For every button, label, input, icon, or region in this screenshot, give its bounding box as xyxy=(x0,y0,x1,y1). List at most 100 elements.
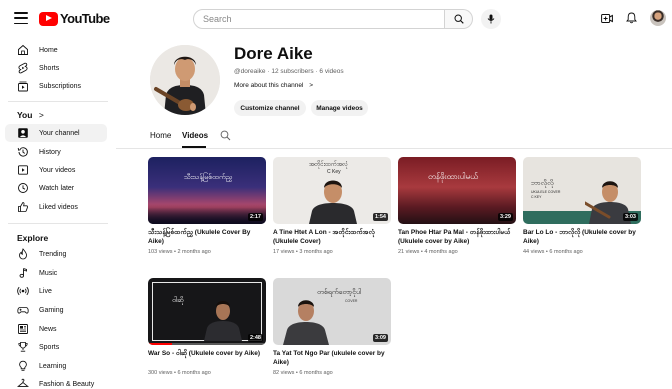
sidebar-divider xyxy=(8,101,108,102)
video-duration: 3:29 xyxy=(497,213,513,221)
live-broadcast-icon xyxy=(17,286,29,296)
channel-avatar[interactable] xyxy=(150,45,220,115)
more-about-channel-link[interactable]: More about this channel > xyxy=(234,82,313,89)
video-title[interactable]: သီးသန့်မြစ်ထက်ညွှ (Ukulele Cover By Aike… xyxy=(148,229,266,246)
thumbnail-caption: သီးသန့်မြစ်ထက်ညွှ xyxy=(184,174,233,181)
sidebar-divider xyxy=(8,223,108,224)
channel-name: Dore Aike xyxy=(234,44,313,63)
sidebar-item-trending[interactable]: Trending xyxy=(5,245,107,263)
video-meta: 44 views • 6 months ago xyxy=(523,249,583,255)
learning-lightbulb-icon xyxy=(19,360,27,371)
channel-handle: @doreaike xyxy=(234,68,266,75)
thumbnail-person xyxy=(204,301,242,341)
sidebar-section-you[interactable]: You > xyxy=(17,110,44,120)
thumbnail-person xyxy=(283,300,329,345)
video-thumbnail[interactable]: တန်ဖိုးထားပါမယ် 3:29 xyxy=(398,157,516,224)
video-title[interactable]: A Tine Htet A Lon - အတိုင်းထက်အလုံ (Ukul… xyxy=(273,229,391,246)
sidebar-item-sports[interactable]: Sports xyxy=(5,338,107,356)
video-meta: 21 views • 4 months ago xyxy=(398,249,458,255)
chevron-right-icon: > xyxy=(309,82,313,89)
sidebar-item-liked-videos[interactable]: Liked videos xyxy=(5,198,107,216)
thumbnail-key: C KEY xyxy=(531,195,542,199)
search-input[interactable]: Search xyxy=(193,9,445,29)
news-icon xyxy=(18,324,28,334)
video-duration: 2:48 xyxy=(247,334,263,342)
video-thumbnail[interactable]: အတိုင်းထက်အလုံ C Key 1:54 xyxy=(273,157,391,224)
video-meta: 82 views • 6 months ago xyxy=(273,370,333,376)
sidebar-item-watch-later[interactable]: Watch later xyxy=(5,179,107,197)
youtube-play-icon xyxy=(39,11,58,26)
manage-videos-button[interactable]: Manage videos xyxy=(311,100,368,116)
thumbnail-caption: ဝါဆို xyxy=(172,297,184,304)
video-meta: 300 views • 6 months ago xyxy=(148,370,211,376)
subscriptions-icon xyxy=(18,81,28,92)
video-duration: 3:03 xyxy=(622,213,638,221)
sidebar: Home Shorts Subscriptions You > Your cha… xyxy=(0,38,116,389)
video-thumbnail[interactable]: တစ်ရက်တော့ငိုပါ COVER 3:09 xyxy=(273,278,391,345)
channel-search-icon[interactable] xyxy=(220,130,231,141)
chevron-right-icon: > xyxy=(38,110,44,120)
tab-videos[interactable]: Videos xyxy=(182,131,208,140)
sidebar-item-gaming[interactable]: Gaming xyxy=(5,301,107,319)
video-title[interactable]: War So - ဝါဆို (Ukulele cover by Aike) xyxy=(148,350,266,359)
thumbnail-person xyxy=(309,180,357,224)
music-note-icon xyxy=(19,268,27,278)
video-meta: 103 views • 2 months ago xyxy=(148,249,211,255)
history-icon xyxy=(17,147,28,157)
notifications-bell-icon[interactable] xyxy=(626,12,637,24)
thumbnail-subtitle: UKULELE COVER xyxy=(531,190,561,194)
sidebar-item-your-channel[interactable]: Your channel xyxy=(5,124,107,142)
video-title[interactable]: Ta Yat Tot Ngo Par (ukulele cover by Aik… xyxy=(273,350,391,367)
thumbnail-caption: အတိုင်းထက်အလုံ xyxy=(309,162,349,168)
gaming-controller-icon xyxy=(17,307,29,314)
video-duration: 3:09 xyxy=(372,334,388,342)
shorts-icon xyxy=(18,62,28,74)
search-button[interactable] xyxy=(445,9,473,29)
sports-trophy-icon xyxy=(18,342,28,352)
sidebar-item-news[interactable]: News xyxy=(5,320,107,338)
youtube-logo[interactable]: YouTube xyxy=(39,11,110,26)
sidebar-item-home[interactable]: Home xyxy=(5,41,107,59)
liked-videos-icon xyxy=(18,202,29,212)
thumbnail-caption: တန်ဖိုးထားပါမယ် xyxy=(428,172,478,181)
video-count: 6 videos xyxy=(319,68,344,75)
sidebar-section-explore: Explore xyxy=(17,233,49,243)
thumbnail-caption: ဘာလိုလို xyxy=(531,180,554,187)
video-duration: 1:54 xyxy=(372,213,388,221)
hamburger-menu-icon[interactable] xyxy=(14,12,28,24)
search-placeholder: Search xyxy=(203,14,232,24)
your-videos-icon xyxy=(18,165,28,175)
subscriber-count: 12 subscribers xyxy=(271,68,314,75)
video-meta: 17 views • 3 months ago xyxy=(273,249,333,255)
video-thumbnail[interactable]: ဝါဆို 2:48 xyxy=(148,278,266,345)
watch-progress-bar xyxy=(148,343,172,345)
thumbnail-subtitle: COVER xyxy=(345,299,358,303)
voice-search-button[interactable] xyxy=(481,9,501,29)
tab-home[interactable]: Home xyxy=(150,131,171,140)
video-thumbnail[interactable]: ဘာလိုလို UKULELE COVER C KEY 3:03 xyxy=(523,157,641,224)
sidebar-item-live[interactable]: Live xyxy=(5,282,107,300)
fashion-hanger-icon xyxy=(17,378,29,387)
video-title[interactable]: Bar Lo Lo - ဘာလိုလို (Ukulele cover by A… xyxy=(523,229,641,246)
sidebar-item-learning[interactable]: Learning xyxy=(5,357,107,375)
account-avatar[interactable] xyxy=(650,10,666,26)
microphone-icon xyxy=(487,14,495,24)
watch-later-icon xyxy=(18,183,28,193)
create-video-icon[interactable] xyxy=(601,13,613,24)
sidebar-item-your-videos[interactable]: Your videos xyxy=(5,161,107,179)
sidebar-item-subscriptions[interactable]: Subscriptions xyxy=(5,77,107,95)
channel-meta: @doreaike · 12 subscribers · 6 videos xyxy=(234,68,344,75)
video-thumbnail[interactable]: သီးသန့်မြစ်ထက်ညွှ 2:17 xyxy=(148,157,266,224)
top-bar: YouTube Search xyxy=(0,0,672,38)
home-icon xyxy=(18,44,28,55)
sidebar-item-history[interactable]: History xyxy=(5,143,107,161)
customize-channel-button[interactable]: Customize channel xyxy=(234,100,306,116)
sidebar-item-music[interactable]: Music xyxy=(5,264,107,282)
video-duration: 2:17 xyxy=(247,213,263,221)
trending-icon xyxy=(19,248,27,260)
sidebar-item-shorts[interactable]: Shorts xyxy=(5,59,107,77)
channel-avatar-photo xyxy=(150,45,220,115)
sidebar-item-fashion-beauty[interactable]: Fashion & Beauty xyxy=(5,375,107,389)
video-title[interactable]: Tan Phoe Htar Pa Mal - တန်ဖိုးထားပါမယ် (… xyxy=(398,229,516,246)
search-icon xyxy=(453,14,464,24)
